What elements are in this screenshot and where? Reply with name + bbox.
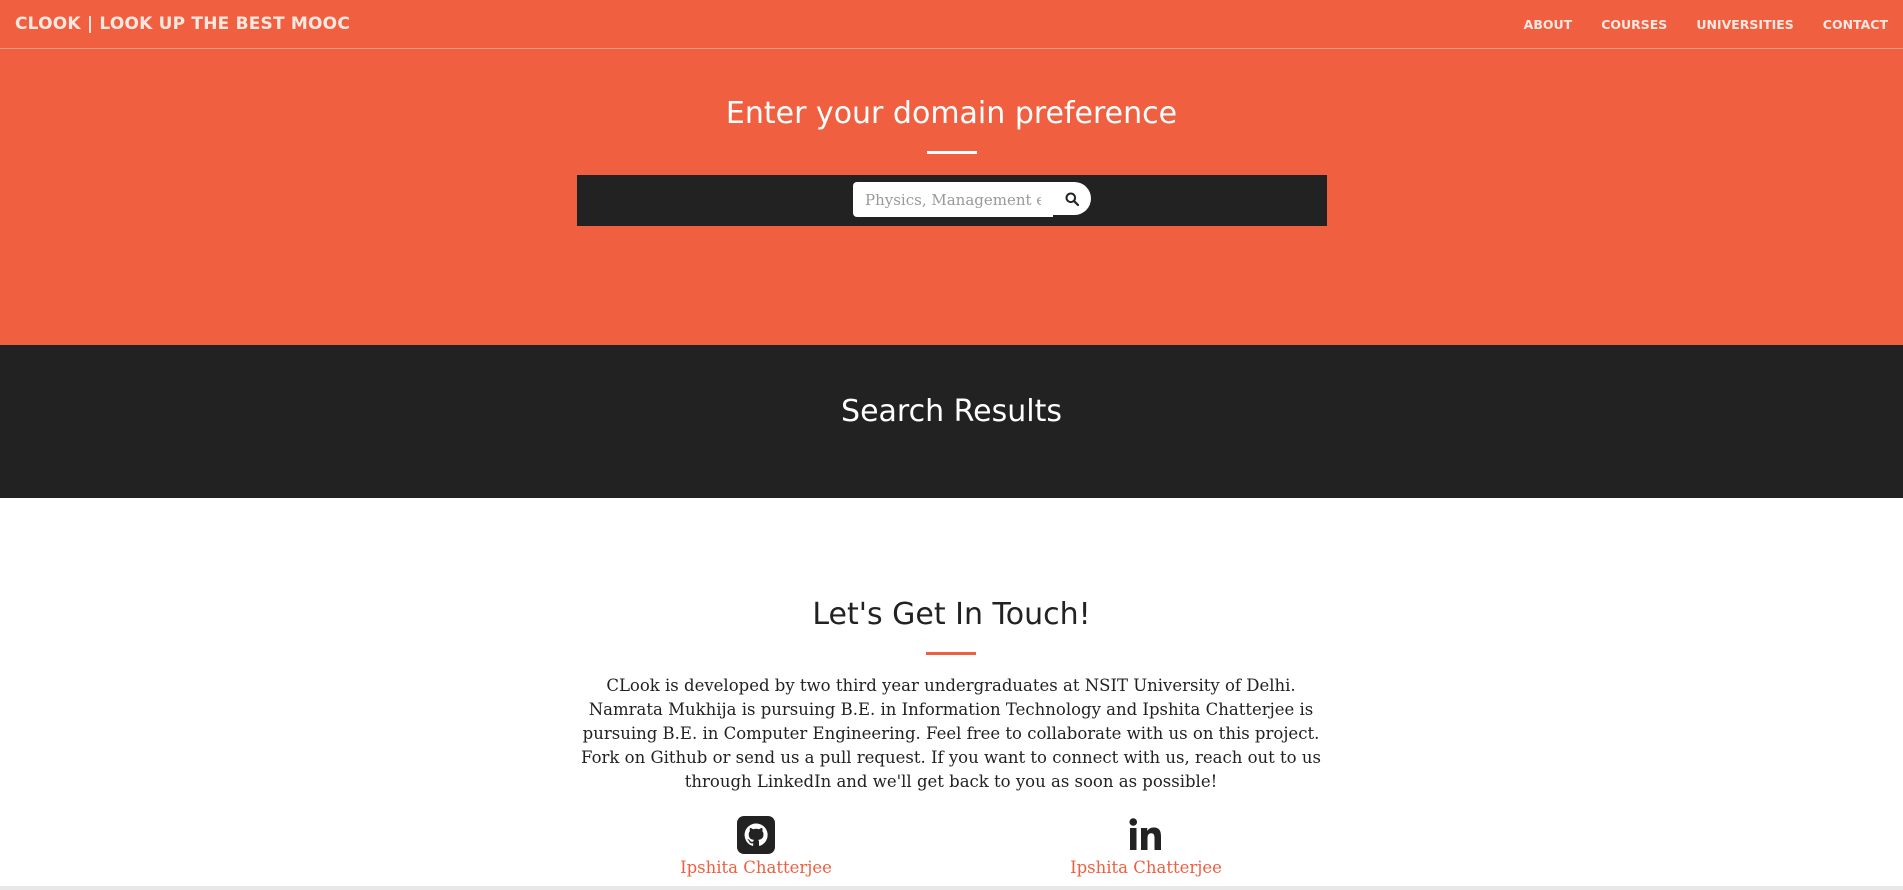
linkedin-contact: Ipshita Chatterjee: [1046, 816, 1246, 877]
hero-section: Enter your domain preference: [0, 49, 1903, 345]
contact-section: Let's Get In Touch! CLook is developed b…: [0, 498, 1903, 890]
search-icon: [1065, 192, 1079, 206]
github-contact: Ipshita Chatterjee: [656, 816, 856, 877]
nav-link-universities[interactable]: UNIVERSITIES: [1696, 17, 1793, 32]
contact-title: Let's Get In Touch!: [812, 597, 1091, 632]
nav-links: ABOUT COURSES UNIVERSITIES CONTACT: [1524, 17, 1888, 32]
results-title: Search Results: [841, 394, 1062, 429]
linkedin-icon[interactable]: [1127, 816, 1165, 854]
github-link[interactable]: Ipshita Chatterjee: [656, 858, 856, 877]
divider: [926, 652, 976, 655]
brand-link[interactable]: CLOOK | LOOK UP THE BEST MOOC: [15, 14, 350, 34]
nav-link-contact[interactable]: CONTACT: [1823, 17, 1888, 32]
nav-link-courses[interactable]: COURSES: [1601, 17, 1667, 32]
divider: [0, 886, 1903, 890]
search-bar: [577, 175, 1327, 226]
github-icon[interactable]: [737, 816, 775, 854]
results-section: Search Results: [0, 345, 1903, 498]
contact-description: CLook is developed by two third year und…: [581, 676, 1321, 791]
divider: [927, 151, 977, 154]
search-input[interactable]: [853, 182, 1053, 217]
linkedin-link[interactable]: Ipshita Chatterjee: [1046, 858, 1246, 877]
search-button[interactable]: [1053, 182, 1091, 215]
hero-title: Enter your domain preference: [725, 96, 1178, 131]
nav-link-about[interactable]: ABOUT: [1524, 17, 1573, 32]
navbar: CLOOK | LOOK UP THE BEST MOOC ABOUT COUR…: [0, 0, 1903, 49]
